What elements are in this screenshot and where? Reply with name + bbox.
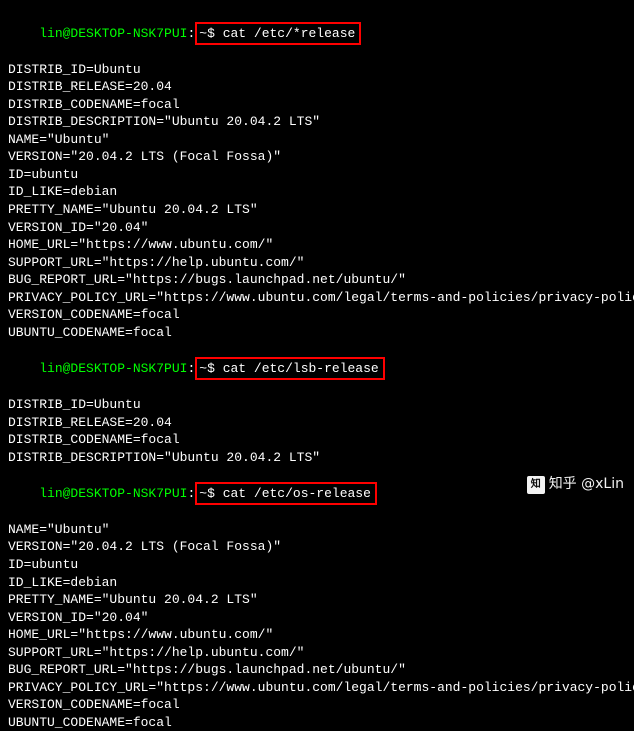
output-line: SUPPORT_URL="https://help.ubuntu.com/" (8, 644, 626, 662)
output-line: DISTRIB_CODENAME=focal (8, 96, 626, 114)
output-line: SUPPORT_URL="https://help.ubuntu.com/" (8, 254, 626, 272)
prompt-colon: : (187, 486, 195, 501)
output-line: ID_LIKE=debian (8, 574, 626, 592)
output-line: PRETTY_NAME="Ubuntu 20.04.2 LTS" (8, 591, 626, 609)
watermark-text: 知乎 @xLin (549, 475, 624, 494)
prompt-path: ~ (199, 486, 207, 501)
output-line: HOME_URL="https://www.ubuntu.com/" (8, 626, 626, 644)
highlight-box: ~$ cat /etc/os-release (195, 482, 377, 506)
prompt-sep: $ (207, 26, 223, 41)
highlight-box: ~$ cat /etc/*release (195, 22, 361, 46)
terminal-output: lin@DESKTOP-NSK7PUI:~$ cat /etc/*release… (8, 6, 626, 731)
output-line: VERSION="20.04.2 LTS (Focal Fossa)" (8, 538, 626, 556)
prompt-path: ~ (199, 26, 207, 41)
output-line: VERSION_ID="20.04" (8, 219, 626, 237)
command-text: cat /etc/os-release (223, 486, 371, 501)
prompt-user-host: lin@DESKTOP-NSK7PUI (39, 26, 187, 41)
output-line: ID=ubuntu (8, 556, 626, 574)
prompt-user-host: lin@DESKTOP-NSK7PUI (39, 361, 187, 376)
output-line: DISTRIB_RELEASE=20.04 (8, 414, 626, 432)
prompt-line: lin@DESKTOP-NSK7PUI:~$ cat /etc/*release (8, 6, 626, 61)
output-line: DISTRIB_DESCRIPTION="Ubuntu 20.04.2 LTS" (8, 449, 626, 467)
prompt-line: lin@DESKTOP-NSK7PUI:~$ cat /etc/lsb-rele… (8, 341, 626, 396)
output-line: ID=ubuntu (8, 166, 626, 184)
output-line: DISTRIB_DESCRIPTION="Ubuntu 20.04.2 LTS" (8, 113, 626, 131)
output-line: VERSION_CODENAME=focal (8, 696, 626, 714)
output-line: DISTRIB_ID=Ubuntu (8, 396, 626, 414)
output-line: BUG_REPORT_URL="https://bugs.launchpad.n… (8, 271, 626, 289)
output-line: VERSION_CODENAME=focal (8, 306, 626, 324)
output-line: UBUNTU_CODENAME=focal (8, 714, 626, 731)
output-line: VERSION_ID="20.04" (8, 609, 626, 627)
output-line: NAME="Ubuntu" (8, 131, 626, 149)
output-line: PRIVACY_POLICY_URL="https://www.ubuntu.c… (8, 289, 626, 307)
command-text: cat /etc/lsb-release (223, 361, 379, 376)
watermark: 知 知乎 @xLin (527, 475, 624, 494)
output-line: PRIVACY_POLICY_URL="https://www.ubuntu.c… (8, 679, 626, 697)
output-line: DISTRIB_RELEASE=20.04 (8, 78, 626, 96)
command-text: cat /etc/*release (223, 26, 356, 41)
prompt-colon: : (187, 361, 195, 376)
prompt-path: ~ (199, 361, 207, 376)
output-line: HOME_URL="https://www.ubuntu.com/" (8, 236, 626, 254)
prompt-colon: : (187, 26, 195, 41)
output-line: NAME="Ubuntu" (8, 521, 626, 539)
prompt-sep: $ (207, 361, 223, 376)
output-line: VERSION="20.04.2 LTS (Focal Fossa)" (8, 148, 626, 166)
prompt-user-host: lin@DESKTOP-NSK7PUI (39, 486, 187, 501)
output-line: UBUNTU_CODENAME=focal (8, 324, 626, 342)
highlight-box: ~$ cat /etc/lsb-release (195, 357, 384, 381)
output-line: PRETTY_NAME="Ubuntu 20.04.2 LTS" (8, 201, 626, 219)
output-line: BUG_REPORT_URL="https://bugs.launchpad.n… (8, 661, 626, 679)
output-line: DISTRIB_ID=Ubuntu (8, 61, 626, 79)
prompt-sep: $ (207, 486, 223, 501)
zhihu-icon: 知 (527, 476, 545, 494)
output-line: DISTRIB_CODENAME=focal (8, 431, 626, 449)
output-line: ID_LIKE=debian (8, 183, 626, 201)
